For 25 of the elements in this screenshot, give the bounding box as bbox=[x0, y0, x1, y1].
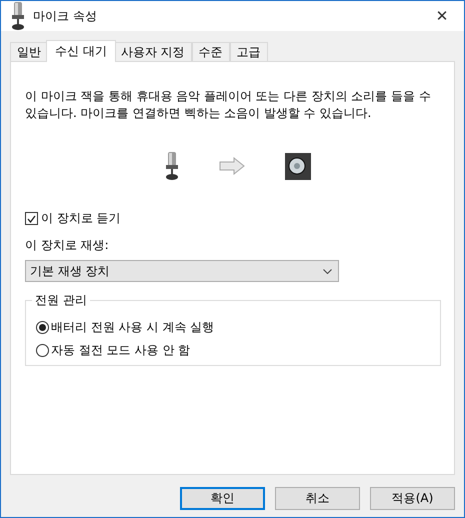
radio-label: 배터리 전원 사용 시 계속 실행 bbox=[51, 319, 214, 336]
checkbox[interactable] bbox=[25, 212, 38, 225]
radio-label: 자동 절전 모드 사용 안 함 bbox=[51, 342, 190, 359]
arrow-icon bbox=[218, 157, 244, 175]
tab[interactable]: 고급 bbox=[230, 42, 268, 61]
microphone-icon bbox=[164, 152, 178, 180]
playback-label: 이 장치로 재생: bbox=[25, 237, 110, 254]
tab[interactable]: 수신 대기 bbox=[46, 40, 116, 62]
tab[interactable]: 사용자 지정 bbox=[114, 42, 192, 61]
dialog-button[interactable]: 적용(A) bbox=[370, 487, 455, 510]
checkbox-label: 이 장치로 듣기 bbox=[41, 210, 121, 227]
tab[interactable]: 일반 bbox=[10, 42, 48, 61]
speaker-icon bbox=[284, 152, 310, 180]
dialog-button[interactable]: 취소 bbox=[275, 487, 360, 510]
description-text: 이 마이크 잭을 통해 휴대용 음악 플레이어 또는 다른 장치의 소리를 들을 수 있습니다. 마이크를 연결하면 삑하는 소음이 발생할 수 있습니다. bbox=[25, 88, 432, 122]
close-button[interactable]: ✕ bbox=[420, 7, 464, 25]
playback-dropdown[interactable]: 기본 재생 장치 bbox=[25, 260, 339, 282]
dialog-button[interactable]: 확인 bbox=[180, 487, 265, 510]
window-title: 마이크 속성 bbox=[33, 8, 98, 24]
tab[interactable]: 수준 bbox=[192, 42, 230, 61]
radio-button[interactable] bbox=[36, 344, 49, 357]
chevron-icon bbox=[323, 268, 332, 274]
group-title: 전원 관리 bbox=[32, 292, 90, 309]
radio-button[interactable] bbox=[36, 321, 49, 334]
microphone-icon bbox=[11, 2, 25, 30]
